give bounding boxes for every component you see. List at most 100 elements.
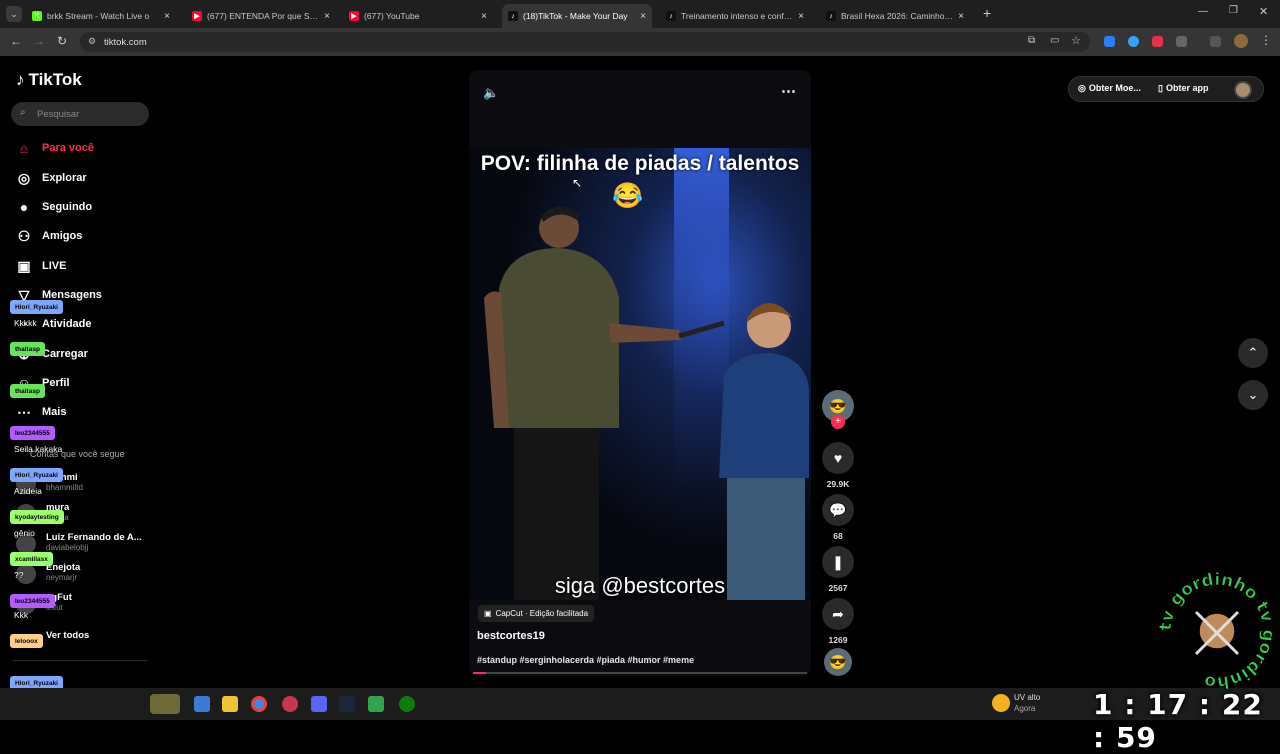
close-tab-icon[interactable]: ×	[164, 11, 170, 22]
share-icon: ➦	[822, 598, 854, 630]
tab-favicon-icon: ▶	[192, 11, 202, 21]
tab-title: Treinamento intenso e confron	[681, 11, 794, 21]
video-hashtags[interactable]: #standup #serginholacerda #piada #humor …	[477, 655, 694, 665]
video-more-options-icon[interactable]: ⋯	[781, 82, 796, 100]
extension-3-icon[interactable]	[1152, 36, 1163, 47]
next-video-button[interactable]: ⌄	[1238, 380, 1268, 410]
boy-shirt	[719, 353, 809, 478]
chat-username-badge: leo2344555	[10, 594, 55, 608]
get-app-button[interactable]: ▯ Obter app	[1158, 83, 1208, 94]
like-button[interactable]: ♥ 29.9K	[822, 442, 854, 489]
music-disc-icon: 😎	[824, 648, 852, 676]
chevron-down-icon: ⌄	[1247, 387, 1259, 402]
chevron-up-icon: ⌃	[1247, 345, 1259, 360]
tab-favicon-icon: ♪	[666, 11, 676, 21]
progress-track[interactable]	[473, 672, 807, 674]
chat-username-badge: leo2344555	[10, 426, 55, 440]
chrome-icon[interactable]	[251, 696, 267, 712]
translate-icon[interactable]: ⧉	[1028, 35, 1035, 46]
follow-plus-icon[interactable]: +	[831, 415, 845, 429]
get-coins-label: Obter Moe...	[1088, 83, 1141, 93]
app-red-icon[interactable]	[282, 696, 298, 712]
comment-count: 68	[833, 531, 843, 541]
file-explorer-icon[interactable]	[222, 696, 238, 712]
browser-tab-bar: ⌄ Kbrkk Stream - Watch Live o × ▶ (677) ENT…	[0, 0, 1280, 28]
close-tab-icon[interactable]: ×	[640, 11, 646, 22]
browser-tab[interactable]: ♪ Treinamento intenso e confron ×	[660, 4, 810, 28]
close-tab-icon[interactable]: ×	[958, 11, 964, 22]
video-player[interactable]: 🔈 ⋯ POV: filinha de piadas / talentos 😂 …	[469, 70, 811, 676]
capcut-icon: ▣	[484, 609, 492, 618]
save-button[interactable]: ❚ 2567	[822, 546, 854, 593]
weather-sub-label: Agora	[1014, 704, 1036, 713]
chat-message: gênio	[14, 528, 35, 538]
share-button[interactable]: ➦ 1269	[822, 598, 854, 645]
chat-message: Seila kakaka	[14, 444, 63, 454]
chat-username-badge: kyodaytesting	[10, 510, 64, 524]
chat-message: Kkkkk	[14, 318, 37, 328]
coin-icon: ◎	[1078, 83, 1086, 93]
restore-button[interactable]: ❐	[1229, 5, 1238, 16]
extension-1-icon[interactable]	[1104, 36, 1115, 47]
volume-icon[interactable]: 🔈	[483, 85, 499, 101]
extensions-puzzle-icon[interactable]	[1176, 36, 1187, 47]
task-view-icon[interactable]	[194, 696, 210, 712]
store-icon[interactable]	[368, 696, 384, 712]
close-tab-icon[interactable]: ×	[324, 11, 330, 22]
music-disc-button[interactable]: 😎	[822, 648, 854, 676]
tab-title: (677) ENTENDA Por que SIX TR	[207, 11, 320, 21]
get-coins-button[interactable]: ◎ Obter Moe...	[1078, 83, 1141, 94]
author-avatar-button[interactable]: 😎 +	[822, 390, 854, 429]
browser-tab[interactable]: ▶ (677) YouTube ×	[343, 4, 493, 28]
bookmark-icon: ❚	[822, 546, 854, 578]
chat-username-badge: xcamillasx	[10, 552, 53, 566]
capcut-label: CapCut · Edição facilitada	[495, 609, 589, 618]
close-tab-icon[interactable]: ×	[798, 11, 804, 22]
stage-light-beam	[674, 148, 729, 488]
comment-button[interactable]: 💬 68	[822, 494, 854, 541]
browser-tab[interactable]: ♪ (18)TikTok - Make Your Day ×	[502, 4, 652, 28]
new-tab-button[interactable]: +	[983, 5, 991, 21]
comment-icon: 💬	[822, 494, 854, 526]
video-frame	[469, 148, 811, 600]
video-author[interactable]: bestcortes19	[477, 630, 545, 642]
xbox-icon[interactable]	[399, 696, 415, 712]
steam-icon[interactable]	[339, 696, 355, 712]
previous-video-button[interactable]: ⌃	[1238, 338, 1268, 368]
tab-title: (18)TikTok - Make Your Day	[523, 11, 628, 21]
bookmark-star-icon[interactable]: ☆	[1071, 34, 1081, 47]
chat-message: ??	[14, 570, 24, 580]
url-field[interactable]: ⚙ tiktok.com	[80, 32, 1090, 52]
browser-tab[interactable]: ♪ Brasil Hexa 2026: Caminho para ×	[820, 4, 970, 28]
minimize-button[interactable]: —	[1198, 6, 1208, 17]
chat-message: Kkk	[14, 610, 29, 620]
weather-sun-icon	[992, 694, 1010, 712]
stream-chat-overlay: Hiori_Ryuzaki Kkkkk thaitasp thaitasp leo234…	[0, 0, 160, 720]
video-scene-illustration	[484, 148, 809, 600]
chat-username-badge: Hiori_Ryuzaki	[10, 300, 63, 314]
browser-tab[interactable]: ▶ (677) ENTENDA Por que SIX TR ×	[186, 4, 336, 28]
tab-title: Brasil Hexa 2026: Caminho para	[841, 11, 954, 21]
tab-favicon-icon: ♪	[508, 11, 518, 21]
close-window-button[interactable]: ✕	[1259, 5, 1268, 18]
extension-2-icon[interactable]	[1128, 36, 1139, 47]
weather-label[interactable]: UV alto	[1014, 693, 1040, 702]
user-avatar[interactable]	[1234, 81, 1252, 99]
reading-list-icon[interactable]	[1210, 36, 1221, 47]
taskbar-widget-icon[interactable]	[150, 694, 180, 714]
tiktok-page: ♪ TikTok ⌕ Pesquisar ⌂ Para você ◎ Explorar…	[0, 56, 1280, 688]
like-count: 29.9K	[826, 479, 850, 489]
stream-timer: 1 : 17 : 22 : 59	[1093, 688, 1263, 754]
chat-username-badge: thaitasp	[10, 384, 45, 398]
progress-fill	[473, 672, 487, 674]
profile-avatar[interactable]	[1234, 34, 1248, 48]
cast-icon[interactable]: ▭	[1050, 35, 1059, 46]
address-bar-row: ← → ↻ ⚙ tiktok.com ⧉ ▭ ☆ ⋮	[0, 28, 1280, 56]
capcut-badge[interactable]: ▣ CapCut · Edição facilitada	[478, 605, 595, 622]
get-app-label: Obter app	[1165, 83, 1209, 93]
browser-menu-icon[interactable]: ⋮	[1260, 33, 1272, 47]
save-count: 2567	[828, 583, 848, 593]
close-tab-icon[interactable]: ×	[481, 11, 487, 22]
video-caption-overlay: POV: filinha de piadas / talentos	[480, 152, 800, 175]
discord-icon[interactable]	[311, 696, 327, 712]
